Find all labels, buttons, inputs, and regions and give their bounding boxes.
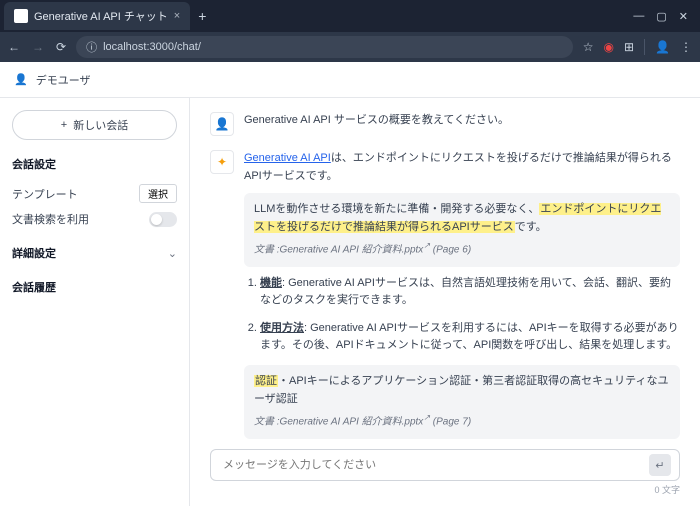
site-info-icon[interactable]: ⓘ (86, 39, 97, 55)
template-select-button[interactable]: 選択 (139, 184, 177, 203)
advanced-section[interactable]: 詳細設定 ⌄ (12, 241, 177, 265)
main-panel: 👤 Generative AI API サービスの概要を教えてください。 ✦ G… (190, 98, 700, 506)
user-icon: 👤 (14, 73, 28, 86)
address-bar: ← → ⟳ ⓘ localhost:3000/chat/ ☆ ◉ ⊞ 👤 ⋮ (0, 32, 700, 62)
plus-icon: + (61, 119, 67, 131)
menu-icon[interactable]: ⋮ (680, 40, 692, 54)
chevron-down-icon: ⌄ (168, 247, 177, 260)
highlight: 認証 (254, 375, 278, 387)
browser-tab-strip: Generative AI API チャット × + — ▢ ✕ (0, 0, 700, 32)
reload-icon[interactable]: ⟳ (56, 40, 66, 54)
ai-message-content: Generative AI APIは、エンドポイントにリクエストを投げるだけで推… (244, 150, 680, 443)
browser-tab[interactable]: Generative AI API チャット × (4, 2, 190, 30)
template-setting: テンプレート 選択 (12, 180, 177, 207)
tab-title: Generative AI API チャット (34, 8, 168, 24)
char-count: 0 文字 (210, 483, 680, 496)
user-message-text: Generative AI API サービスの概要を教えてください。 (244, 112, 680, 136)
username: デモユーザ (36, 72, 91, 88)
back-icon[interactable]: ← (8, 40, 20, 54)
new-chat-button[interactable]: + 新しい会話 (12, 110, 177, 140)
messages-list: 👤 Generative AI API サービスの概要を教えてください。 ✦ G… (190, 98, 700, 443)
quote-box-2: 認証・APIキーによるアプリケーション認証・第三者認証取得の高セキュリティなユー… (244, 365, 680, 439)
citation-2: 文書 :Generative AI API 紹介資料.pptx↗ (Page 7… (254, 412, 670, 430)
template-label: テンプレート (12, 186, 78, 202)
ai-avatar-icon: ✦ (210, 150, 234, 174)
docsearch-label: 文書検索を利用 (12, 211, 89, 227)
send-button[interactable]: ↵ (649, 454, 671, 476)
new-chat-label: 新しい会話 (73, 117, 128, 133)
extensions-icon[interactable]: ⊞ (624, 40, 634, 54)
close-window-icon[interactable]: ✕ (679, 10, 688, 23)
new-tab-button[interactable]: + (190, 8, 214, 24)
composer: ↵ 0 文字 (190, 443, 700, 506)
bookmark-icon[interactable]: ☆ (583, 40, 594, 54)
url-input[interactable]: ⓘ localhost:3000/chat/ (76, 36, 573, 58)
api-link[interactable]: Generative AI API (244, 152, 331, 164)
profile-icon[interactable]: 👤 (655, 40, 670, 54)
forward-icon[interactable]: → (32, 40, 44, 54)
advanced-title: 詳細設定 (12, 245, 56, 261)
feature-list: 機能: Generative AI APIサービスは、自然言語処理技術を用いて、… (260, 275, 680, 355)
list-item: 使用方法: Generative AI APIサービスを利用するには、APIキー… (260, 320, 680, 355)
history-title: 会話履歴 (12, 279, 177, 295)
divider (644, 39, 645, 55)
docsearch-setting: 文書検索を利用 (12, 207, 177, 231)
citation-1: 文書 :Generative AI API 紹介資料.pptx↗ (Page 6… (254, 240, 670, 258)
minimize-icon[interactable]: — (633, 10, 644, 23)
section-settings-title: 会話設定 (12, 156, 177, 172)
send-icon: ↵ (655, 459, 664, 472)
maximize-icon[interactable]: ▢ (656, 10, 666, 23)
user-avatar-icon: 👤 (210, 112, 234, 136)
url-text: localhost:3000/chat/ (103, 41, 201, 53)
app-body: + 新しい会話 会話設定 テンプレート 選択 文書検索を利用 詳細設定 ⌄ 会話… (0, 98, 700, 506)
message-input-box[interactable]: ↵ (210, 449, 680, 481)
quote-box-1: LLMを動作させる環境を新たに準備・開発する必要なく、エンドポイントにリクエスト… (244, 193, 680, 267)
window-controls: — ▢ ✕ (633, 10, 696, 23)
user-message: 👤 Generative AI API サービスの概要を教えてください。 (210, 112, 680, 136)
app-header: 👤 デモユーザ (0, 62, 700, 98)
extension-icon[interactable]: ◉ (604, 40, 614, 54)
list-item: 機能: Generative AI APIサービスは、自然言語処理技術を用いて、… (260, 275, 680, 310)
docsearch-toggle[interactable] (149, 212, 177, 227)
close-icon[interactable]: × (174, 10, 180, 22)
message-input[interactable] (223, 459, 649, 471)
tab-favicon (14, 9, 28, 23)
sidebar: + 新しい会話 会話設定 テンプレート 選択 文書検索を利用 詳細設定 ⌄ 会話… (0, 98, 190, 506)
ai-message: ✦ Generative AI APIは、エンドポイントにリクエストを投げるだけ… (210, 150, 680, 443)
app-root: 👤 デモユーザ + 新しい会話 会話設定 テンプレート 選択 文書検索を利用 詳… (0, 62, 700, 506)
